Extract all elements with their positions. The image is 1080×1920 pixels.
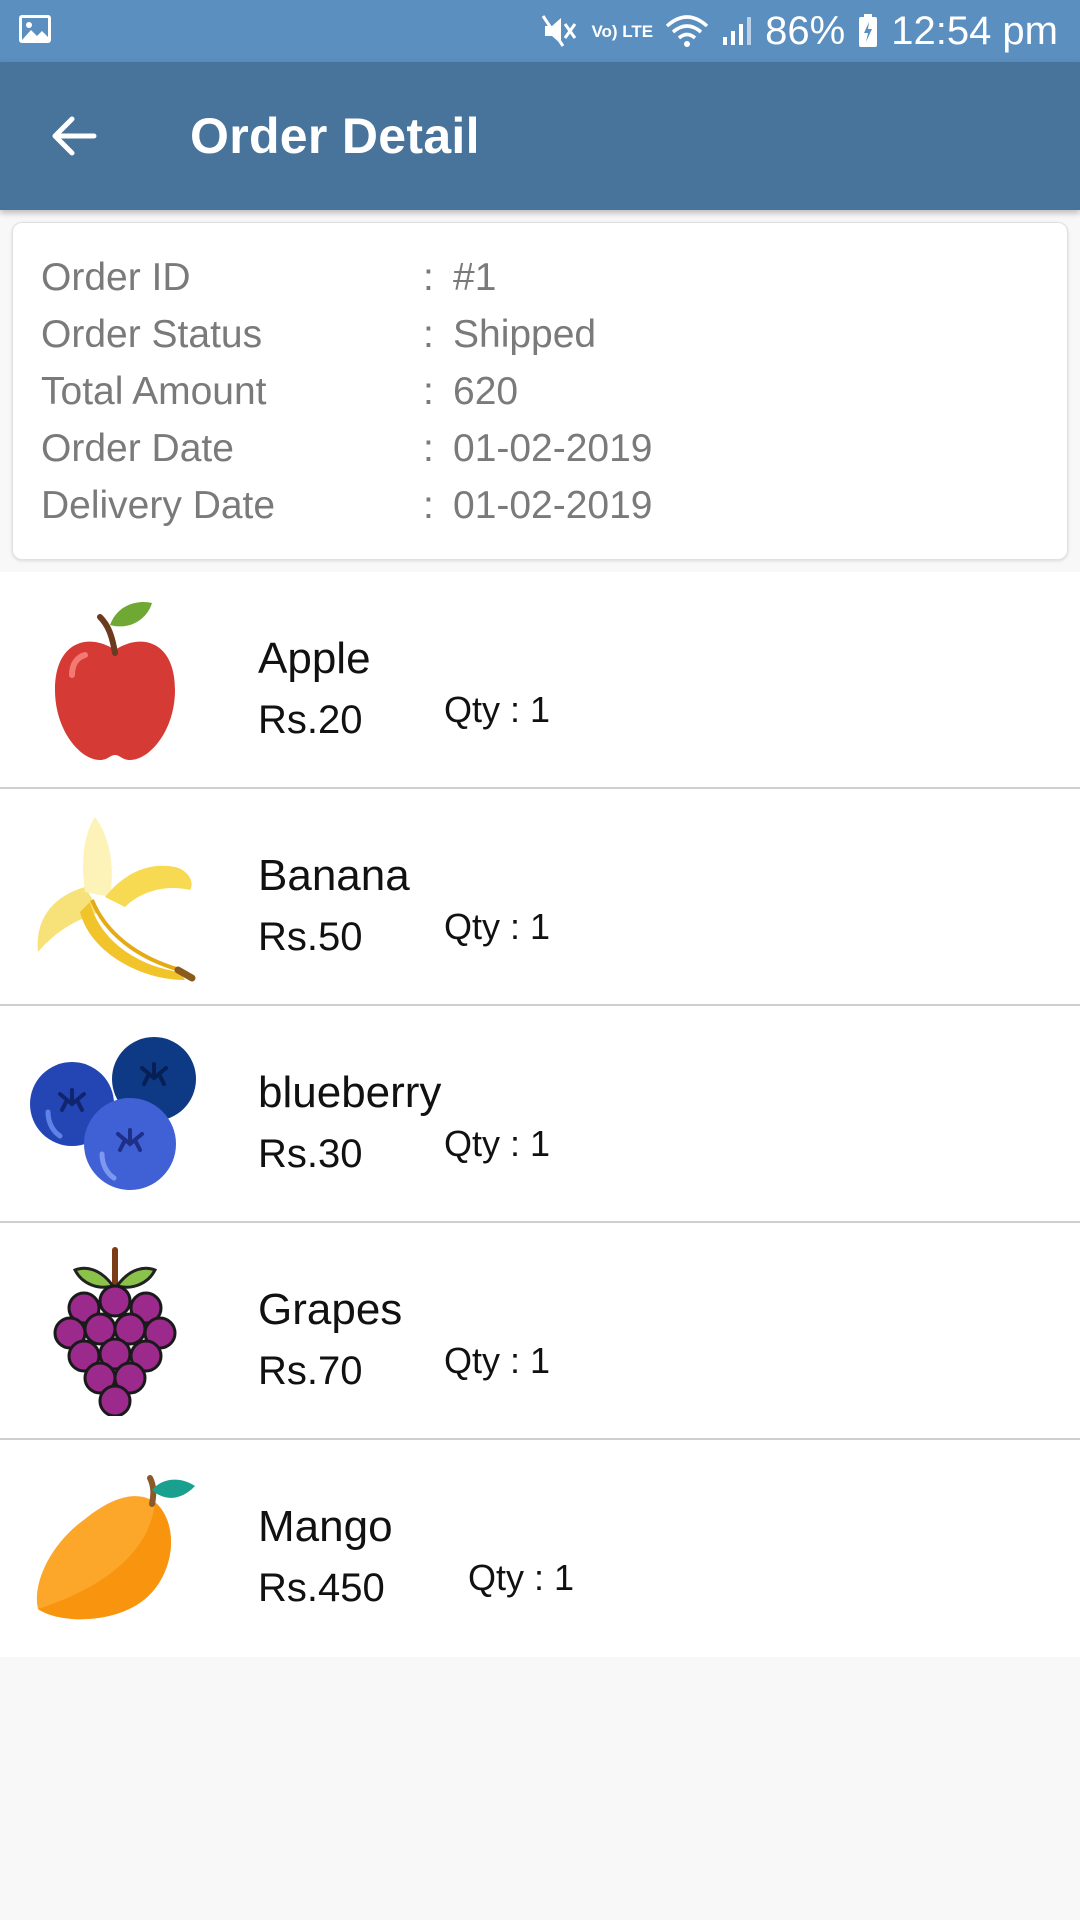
clock: 12:54 pm (891, 8, 1058, 53)
blueberry-icon (30, 1029, 200, 1199)
item-price: Rs.450 (258, 1566, 385, 1610)
item-price: Rs.30 (258, 1132, 363, 1176)
item-name: blueberry (258, 1068, 442, 1117)
delivery-date-value: 01-02-2019 (453, 483, 653, 527)
gallery-notification-icon (18, 14, 52, 49)
page-title: Order Detail (190, 108, 480, 164)
item-qty: Qty : 1 (444, 1123, 551, 1164)
list-item-grapes[interactable]: Grapes Rs.70 Qty : 1 (0, 1223, 1080, 1440)
item-name: Mango (258, 1502, 393, 1551)
order-id-label: Order ID (41, 255, 191, 299)
mute-icon (541, 14, 579, 48)
battery-icon (857, 13, 879, 49)
item-name: Banana (258, 851, 410, 900)
item-name: Grapes (258, 1285, 403, 1334)
order-id-value: #1 (453, 255, 497, 299)
order-status-value: Shipped (453, 312, 597, 356)
order-items-list: Apple Rs.20 Qty : 1 Banana Rs.50 Qty : 1 (0, 572, 1080, 1657)
wifi-icon (665, 14, 709, 48)
delivery-date-label: Delivery Date (41, 483, 276, 527)
banana-icon (30, 812, 200, 982)
app-bar: Order Detail (0, 62, 1080, 210)
total-amount-label: Total Amount (41, 369, 267, 413)
battery-percent: 86% (765, 8, 846, 53)
order-date-value: 01-02-2019 (453, 426, 653, 470)
list-item-mango[interactable]: Mango Rs.450 Qty : 1 (0, 1440, 1080, 1657)
back-arrow-icon (52, 116, 97, 156)
back-button[interactable] (44, 106, 104, 166)
order-status-row: Order Status: Shipped (41, 312, 597, 356)
total-amount-row: Total Amount:620 (41, 369, 519, 413)
list-item-banana[interactable]: Banana Rs.50 Qty : 1 (0, 789, 1080, 1006)
item-name: Apple (258, 634, 371, 683)
order-date-label: Order Date (41, 426, 234, 470)
status-bar: Vo) LTE 86% 12:54 pm (0, 0, 1080, 62)
delivery-date-row: Delivery Date:01-02-2019 (41, 483, 653, 527)
order-summary-card: Order ID: #1 Order Status: Shipped Total A… (12, 222, 1068, 560)
order-date-row: Order Date:01-02-2019 (41, 426, 653, 470)
grapes-icon (30, 1246, 200, 1416)
order-id-row: Order ID: #1 (41, 255, 497, 299)
volte-icon: Vo) LTE (591, 21, 654, 41)
list-item-blueberry[interactable]: blueberry Rs.30 Qty : 1 (0, 1006, 1080, 1223)
item-qty: Qty : 1 (444, 1340, 551, 1381)
item-qty: Qty : 1 (468, 1557, 575, 1598)
mango-icon (30, 1464, 200, 1634)
order-status-label: Order Status (41, 312, 263, 356)
item-price: Rs.20 (258, 698, 363, 742)
item-qty: Qty : 1 (444, 689, 551, 730)
list-item-apple[interactable]: Apple Rs.20 Qty : 1 (0, 572, 1080, 789)
signal-icon (721, 15, 753, 47)
item-price: Rs.70 (258, 1349, 363, 1393)
item-qty: Qty : 1 (444, 906, 551, 947)
apple-icon (30, 595, 200, 765)
total-amount-value: 620 (453, 369, 519, 413)
item-price: Rs.50 (258, 915, 363, 959)
